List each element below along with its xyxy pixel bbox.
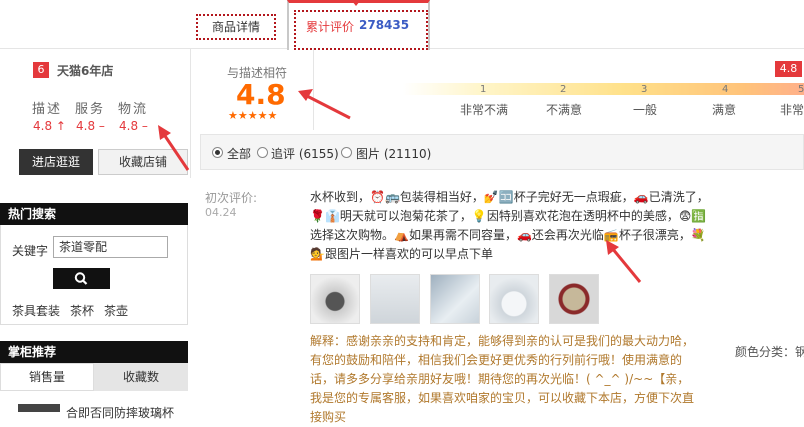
annotation-arrows	[158, 89, 642, 283]
